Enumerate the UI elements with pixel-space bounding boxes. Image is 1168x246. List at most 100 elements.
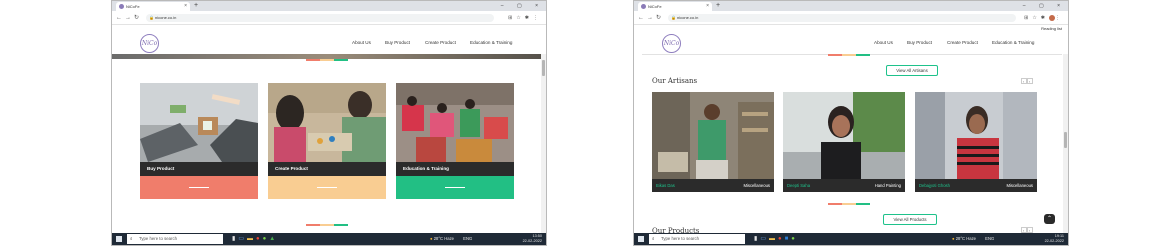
site-favicon-icon <box>641 4 646 9</box>
artisan-info-bar: Deepti Saha Hand Painting <box>783 179 905 192</box>
nav-education-training[interactable]: Education & Training <box>992 40 1034 45</box>
site-header: NiCo About Us Buy Product Create Product… <box>112 32 546 54</box>
site-favicon-icon <box>119 4 124 9</box>
nav-buy-product[interactable]: Buy Product <box>385 40 410 45</box>
site-logo[interactable]: NiCo <box>140 34 159 53</box>
artisan-name[interactable]: Bikas Das <box>656 179 675 192</box>
divider-green <box>334 59 348 61</box>
clock[interactable]: 19:11 22-02-2022 <box>1045 234 1064 244</box>
url-field[interactable]: 🔒 nicone.co.in <box>668 14 1016 22</box>
nav-buy-product[interactable]: Buy Product <box>907 40 932 45</box>
search-placeholder: Type here to search <box>661 236 699 241</box>
view-all-artisans-button[interactable]: View All Artisans <box>886 65 938 76</box>
divider-coral <box>828 203 842 205</box>
lang-indicator[interactable]: ENG <box>985 236 994 241</box>
taskbar-apps: ▮▭▬●●▲ <box>232 235 278 243</box>
next-arrow-icon[interactable]: › <box>1027 78 1033 84</box>
file-explorer-icon[interactable]: ▭ <box>238 236 247 242</box>
nav-create-product[interactable]: Create Product <box>947 40 978 45</box>
artisan-card[interactable]: Deepti Saha Hand Painting <box>783 92 905 192</box>
tab-title: NiCoFe <box>648 4 662 9</box>
divider-peach <box>320 59 334 61</box>
scrollbar-thumb[interactable] <box>1064 132 1067 148</box>
scrollbar-thumb[interactable] <box>542 60 545 76</box>
card-buy-product[interactable]: Buy Product <box>140 83 258 199</box>
divider-coral <box>306 224 320 226</box>
artisan-name[interactable]: Debajyoti Ghosh <box>919 179 950 192</box>
tab-close-icon[interactable]: × <box>184 2 187 11</box>
site-logo[interactable]: NiCo <box>662 34 681 53</box>
artisan-name[interactable]: Deepti Saha <box>787 179 810 192</box>
back-icon[interactable]: ← <box>638 14 644 22</box>
artisan-card[interactable]: Bikas Das Miscellaneous <box>652 92 774 192</box>
back-icon[interactable]: ← <box>116 14 122 22</box>
nav-create-product[interactable]: Create Product <box>425 40 456 45</box>
create-product-image <box>268 83 386 162</box>
browser-tab[interactable]: NiCoFe × <box>638 2 712 11</box>
lang-indicator[interactable]: ENG <box>463 236 472 241</box>
address-bar-row: ← → ↻ 🔒 nicone.co.in ⊞☆✱⋮ <box>112 11 546 25</box>
url-field[interactable]: 🔒 nicone.co.in <box>146 14 494 22</box>
clock-date: 22-02-2022 <box>522 239 542 243</box>
extension-icon[interactable]: ✱ <box>525 15 533 21</box>
weather-widget[interactable]: ● 28°C Haze ENG <box>430 233 472 245</box>
browser-tab[interactable]: NiCoFe × <box>116 2 190 11</box>
taskbar-search[interactable]: ⌕ Type here to search <box>649 234 745 244</box>
app-icon[interactable]: ● <box>791 236 798 242</box>
site-header: NiCo About Us Buy Product Create Product… <box>634 32 1068 54</box>
search-placeholder: Type here to search <box>139 236 177 241</box>
browser-toolbar-icons: ⊞☆✱⋮ <box>1024 14 1064 22</box>
search-icon: ⌕ <box>652 236 655 241</box>
tab-title: NiCoFe <box>126 4 140 9</box>
artisan-photo <box>652 92 774 179</box>
page-scrollbar[interactable] <box>1063 54 1068 235</box>
clock-date: 22-02-2022 <box>1044 239 1064 243</box>
menu-icon[interactable]: ⋮ <box>533 15 542 21</box>
nav-education-training[interactable]: Education & Training <box>470 40 512 45</box>
scroll-to-top-button[interactable]: ⌃ <box>1044 214 1055 224</box>
star-icon[interactable]: ☆ <box>516 15 524 21</box>
nav-about-us[interactable]: About Us <box>874 40 893 45</box>
nav-about-us[interactable]: About Us <box>352 40 371 45</box>
weather-widget[interactable]: ● 28°C Haze ENG <box>952 233 994 245</box>
tab-bar: NiCoFe × + – ▢ × <box>112 1 546 11</box>
forward-icon[interactable]: → <box>125 14 131 22</box>
windows-start-icon[interactable] <box>116 236 122 242</box>
tab-close-icon[interactable]: × <box>706 2 709 11</box>
folder-icon[interactable]: ▬ <box>769 236 778 242</box>
windows-start-icon[interactable] <box>638 236 644 242</box>
forward-icon[interactable]: → <box>647 14 653 22</box>
chrome-icon[interactable]: ● <box>256 236 263 242</box>
artisans-heading: Our Artisans <box>652 77 698 85</box>
extension-icon[interactable]: ✱ <box>1041 15 1049 21</box>
folder-icon[interactable]: ▬ <box>247 236 256 242</box>
card-label: Create Product <box>268 162 386 176</box>
reload-icon[interactable]: ↻ <box>656 14 661 22</box>
card-education-training[interactable]: Education & Training <box>396 83 514 199</box>
buy-product-image <box>140 83 258 162</box>
window-controls[interactable]: – ▢ × <box>1023 1 1066 11</box>
chrome-icon[interactable]: ● <box>778 236 785 242</box>
clock[interactable]: 13:50 22-02-2022 <box>523 234 542 244</box>
reading-list-button[interactable]: Reading list <box>1041 26 1062 31</box>
artisan-category: Miscellaneous <box>1006 183 1033 188</box>
artisan-card[interactable]: Debajyoti Ghosh Miscellaneous <box>915 92 1037 192</box>
menu-icon[interactable]: ⋮ <box>1055 15 1064 21</box>
reading-list-label: Reading list <box>1041 26 1062 31</box>
card-footer <box>140 176 258 199</box>
file-explorer-icon[interactable]: ▭ <box>760 236 769 242</box>
taskbar-search[interactable]: ⌕ Type here to search <box>127 234 223 244</box>
app-icon-2[interactable]: ▲ <box>269 236 278 242</box>
divider-green <box>856 54 870 56</box>
reload-icon[interactable]: ↻ <box>134 14 139 22</box>
view-all-products-button[interactable]: View All Products <box>883 214 937 225</box>
new-tab-button[interactable]: + <box>716 1 720 11</box>
artisan-info-bar: Debajyoti Ghosh Miscellaneous <box>915 179 1037 192</box>
divider-green <box>334 224 348 226</box>
new-tab-button[interactable]: + <box>194 1 198 11</box>
page-scrollbar[interactable] <box>541 54 546 235</box>
window-controls[interactable]: – ▢ × <box>501 1 544 11</box>
star-icon[interactable]: ☆ <box>1032 15 1040 21</box>
card-create-product[interactable]: Create Product <box>268 83 386 199</box>
windows-taskbar: ⌕ Type here to search ▮▭▬●●▲ ● 28°C Haze… <box>112 233 546 245</box>
